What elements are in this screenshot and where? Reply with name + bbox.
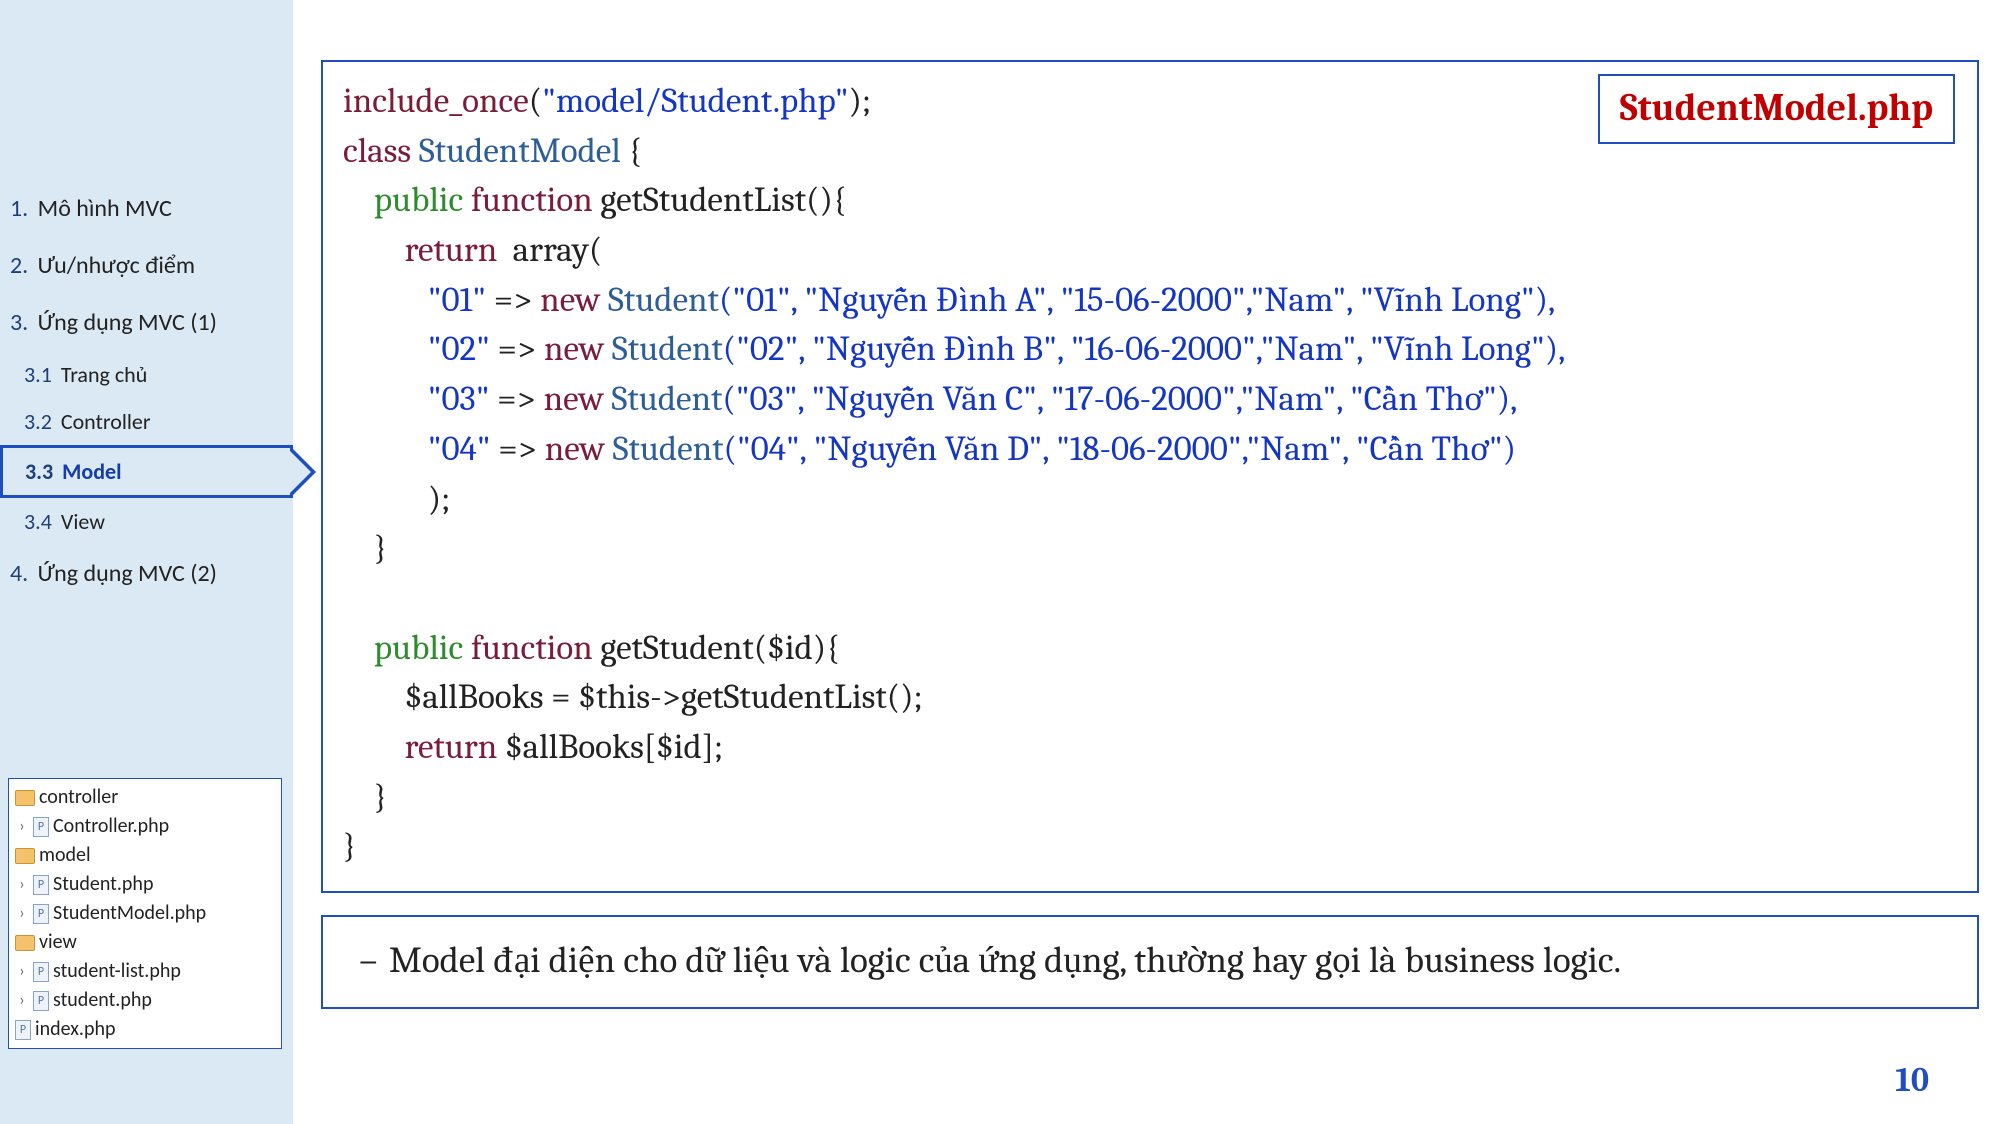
code-block: StudentModel.phpinclude_once("model/Stud… bbox=[321, 60, 1979, 893]
kw-new: new bbox=[540, 279, 600, 320]
php-file-icon bbox=[33, 817, 49, 837]
str-path: "model/Student.php" bbox=[542, 80, 848, 121]
chevron-right-icon: › bbox=[15, 815, 29, 838]
tree-file-studentmodel-php[interactable]: › StudentModel.php bbox=[11, 899, 279, 928]
nav-label: Mô hình MVC bbox=[38, 194, 172, 223]
nav-num: 4. bbox=[10, 559, 28, 588]
php-file-icon bbox=[33, 875, 49, 895]
nav-num: 2. bbox=[10, 251, 28, 280]
chevron-right-icon: › bbox=[15, 989, 29, 1012]
fn-name: getStudentList bbox=[600, 179, 806, 220]
cls-student: Student bbox=[612, 328, 723, 369]
tree-file-student-php-view[interactable]: › student.php bbox=[11, 986, 279, 1015]
class-name: StudentModel bbox=[419, 130, 621, 171]
kw-function: function bbox=[471, 179, 593, 220]
arr-key: "04" bbox=[428, 428, 491, 469]
tree-label: index.php bbox=[35, 1015, 116, 1044]
cls-student: Student bbox=[608, 279, 719, 320]
tree-label: Controller.php bbox=[53, 812, 169, 841]
page-number: 10 bbox=[1895, 1060, 1929, 1100]
tree-folder-view[interactable]: view bbox=[11, 928, 279, 957]
cls-student: Student bbox=[613, 428, 724, 469]
nav-label: Ứng dụng MVC (2) bbox=[38, 559, 217, 588]
note-text: Model đại diện cho dữ liệu và logic của … bbox=[389, 940, 1621, 982]
php-file-icon bbox=[15, 1020, 31, 1040]
nav-num: 3.1 bbox=[24, 361, 52, 388]
nav-num: 3. bbox=[10, 308, 28, 337]
bullet-dash: – bbox=[359, 935, 389, 989]
nav-label: Trang chủ bbox=[61, 361, 147, 388]
nav-item-1[interactable]: 1. Mô hình MVC bbox=[0, 180, 293, 237]
code-line: $allBooks = $this->getStudentList(); bbox=[405, 676, 923, 717]
tree-label: student.php bbox=[53, 986, 152, 1015]
kw-public: public bbox=[374, 627, 463, 668]
nav-sub-32[interactable]: 3.2 Controller bbox=[0, 398, 293, 445]
tree-label: view bbox=[39, 928, 77, 957]
nav-label: View bbox=[61, 508, 105, 535]
folder-icon bbox=[15, 848, 35, 864]
tree-label: controller bbox=[39, 783, 118, 812]
folder-icon bbox=[15, 790, 35, 806]
kw-class: class bbox=[343, 130, 411, 171]
tree-file-student-php[interactable]: › Student.php bbox=[11, 870, 279, 899]
kw-new: new bbox=[544, 328, 604, 369]
kw-new: new bbox=[545, 428, 605, 469]
tree-folder-model[interactable]: model bbox=[11, 841, 279, 870]
nav-num: 3.3 bbox=[25, 458, 53, 485]
nav-item-3[interactable]: 3. Ứng dụng MVC (1) bbox=[0, 294, 293, 351]
chevron-right-icon: › bbox=[15, 960, 29, 983]
code-line: $allBooks[$id]; bbox=[497, 726, 723, 767]
file-tree: controller › Controller.php model › Stud… bbox=[8, 778, 282, 1049]
tree-folder-controller[interactable]: controller bbox=[11, 783, 279, 812]
chevron-right-icon: › bbox=[15, 902, 29, 925]
tree-label: model bbox=[39, 841, 91, 870]
sidebar: 1. Mô hình MVC 2. Ưu/nhược điểm 3. Ứng d… bbox=[0, 0, 293, 1124]
tree-file-index-php[interactable]: index.php bbox=[11, 1015, 279, 1044]
tree-label: Student.php bbox=[53, 870, 153, 899]
nav-num: 3.2 bbox=[24, 408, 52, 435]
fn-name: getStudent bbox=[600, 627, 753, 668]
nav-label: Ưu/nhược điểm bbox=[38, 251, 195, 280]
note-box: –Model đại diện cho dữ liệu và logic của… bbox=[321, 915, 1979, 1009]
cls-student: Student bbox=[612, 378, 723, 419]
kw-public: public bbox=[374, 179, 463, 220]
chevron-right-icon: › bbox=[15, 873, 29, 896]
nav-list: 1. Mô hình MVC 2. Ưu/nhược điểm 3. Ứng d… bbox=[0, 180, 293, 602]
nav-sub-33-active[interactable]: 3.3 Model bbox=[0, 445, 293, 498]
filename-badge: StudentModel.php bbox=[1598, 74, 1955, 144]
arr-key: "03" bbox=[428, 378, 490, 419]
tree-label: StudentModel.php bbox=[53, 899, 206, 928]
arr-key: "02" bbox=[428, 328, 490, 369]
kw-function: function bbox=[471, 627, 593, 668]
php-file-icon bbox=[33, 904, 49, 924]
tree-file-student-list-php[interactable]: › student-list.php bbox=[11, 957, 279, 986]
kw-array: array bbox=[513, 229, 589, 270]
tree-label: student-list.php bbox=[53, 957, 181, 986]
nav-num: 3.4 bbox=[24, 508, 52, 535]
arr-args: ("03", "Nguyễn Văn C", "17-06-2000","Nam… bbox=[722, 378, 1517, 419]
nav-sub-31[interactable]: 3.1 Trang chủ bbox=[0, 351, 293, 398]
nav-item-2[interactable]: 2. Ưu/nhược điểm bbox=[0, 237, 293, 294]
tree-file-controller-php[interactable]: › Controller.php bbox=[11, 812, 279, 841]
nav-sub-34[interactable]: 3.4 View bbox=[0, 498, 293, 545]
nav-num: 1. bbox=[10, 194, 28, 223]
fn-param: ($id) bbox=[754, 627, 826, 668]
php-file-icon bbox=[33, 991, 49, 1011]
nav-item-4[interactable]: 4. Ứng dụng MVC (2) bbox=[0, 545, 293, 602]
arr-args: ("01", "Nguyễn Đình A", "15-06-2000","Na… bbox=[719, 279, 1555, 320]
arr-args: ("02", "Nguyễn Đình B", "16-06-2000","Na… bbox=[723, 328, 1566, 369]
kw-return: return bbox=[405, 726, 498, 767]
folder-icon bbox=[15, 935, 35, 951]
arr-key: "01" bbox=[428, 279, 486, 320]
main-content: StudentModel.phpinclude_once("model/Stud… bbox=[293, 0, 1999, 1124]
nav-label: Controller bbox=[61, 408, 151, 435]
nav-label: Ứng dụng MVC (1) bbox=[38, 308, 217, 337]
php-file-icon bbox=[33, 962, 49, 982]
nav-label: Model bbox=[62, 458, 121, 485]
kw-new: new bbox=[544, 378, 604, 419]
kw-return: return bbox=[405, 229, 498, 270]
kw-include: include_once bbox=[343, 80, 529, 121]
arr-args: ("04", "Nguyễn Văn D", "18-06-2000","Nam… bbox=[723, 428, 1516, 469]
